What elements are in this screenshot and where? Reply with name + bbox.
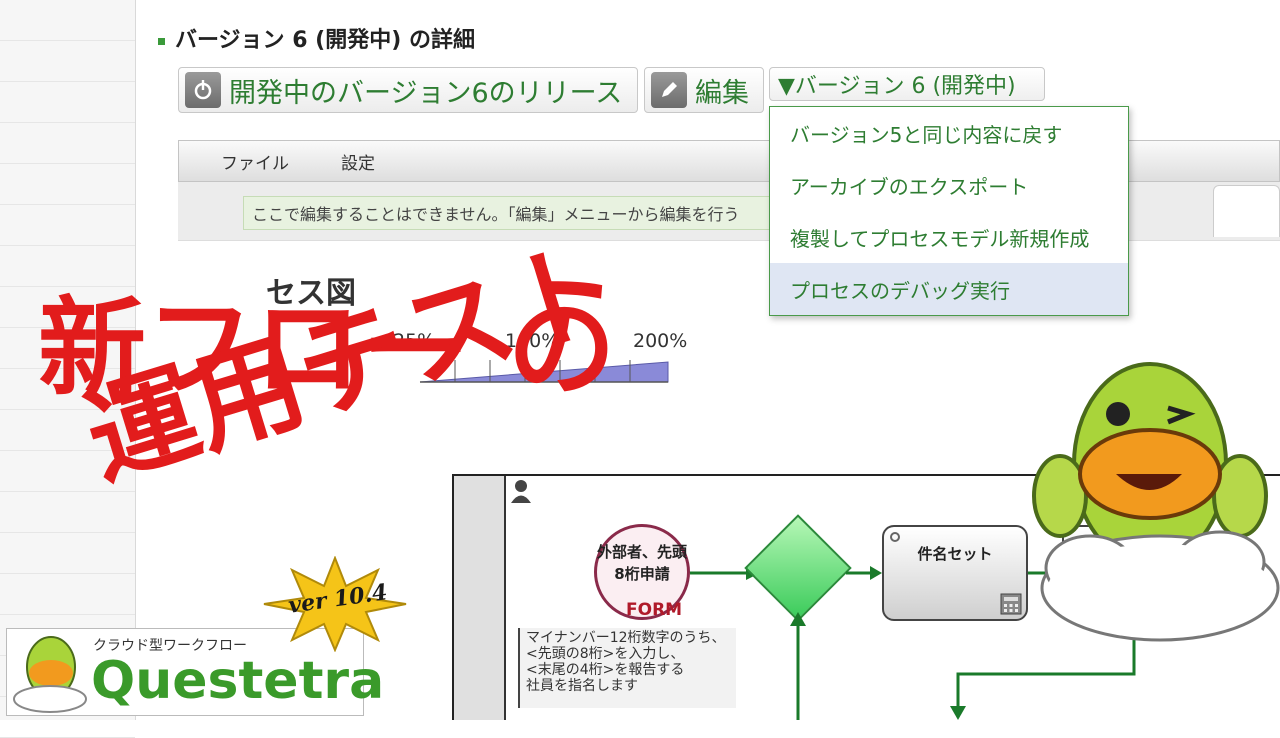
tab-right[interactable] <box>1213 185 1280 237</box>
annotation-comment: マイナンバー12桁数字のうち、 <先頭の8桁>を入力し、 <末尾の4桁>を報告す… <box>518 628 736 708</box>
menu-item-export-archive[interactable]: アーカイブのエクスポート <box>770 159 1128 211</box>
menu-file[interactable]: ファイル <box>221 149 289 174</box>
release-label: 開発中のバージョン6のリリース <box>229 77 623 109</box>
form-node-label: 外部者、先頭8桁申請 <box>597 543 688 583</box>
edit-label: 編集 <box>695 77 749 109</box>
release-version-button[interactable]: 開発中のバージョン6のリリース <box>178 67 638 113</box>
pencil-icon <box>651 72 687 108</box>
form-badge: FORM <box>626 600 683 620</box>
menu-item-duplicate-model[interactable]: 複製してプロセスモデル新規作成 <box>770 211 1128 263</box>
swimlane-header <box>454 476 506 720</box>
logo-mascot-icon <box>13 636 87 713</box>
task-node-subject[interactable]: 件名セット <box>882 525 1028 621</box>
version-menu: バージョン5と同じ内容に戻す アーカイブのエクスポート 複製してプロセスモデル新… <box>769 106 1129 316</box>
edit-button[interactable]: 編集 <box>644 67 764 113</box>
bullet-icon <box>158 37 165 45</box>
task-node-label: 件名セット <box>917 545 993 563</box>
gear-icon <box>890 532 900 542</box>
zoom-label-max: 200% <box>633 330 688 352</box>
logo-wordmark: Questetra <box>91 651 385 711</box>
power-icon <box>185 72 221 108</box>
person-icon <box>511 480 531 503</box>
menu-settings[interactable]: 設定 <box>341 149 375 174</box>
version-badge: ver 10.4 <box>260 556 410 652</box>
flow-arrow-2 <box>846 566 882 580</box>
version-select[interactable]: ▼バージョン 6 (開発中) <box>769 67 1045 101</box>
section-title: バージョン 6 (開発中) の詳細 <box>158 22 475 54</box>
mascot-illustration <box>1032 362 1280 642</box>
flow-arrow-up <box>790 612 806 720</box>
calculator-icon <box>1000 593 1022 615</box>
menu-item-debug-run[interactable]: プロセスのデバッグ実行 <box>770 263 1128 315</box>
menu-item-revert[interactable]: バージョン5と同じ内容に戻す <box>770 107 1128 159</box>
